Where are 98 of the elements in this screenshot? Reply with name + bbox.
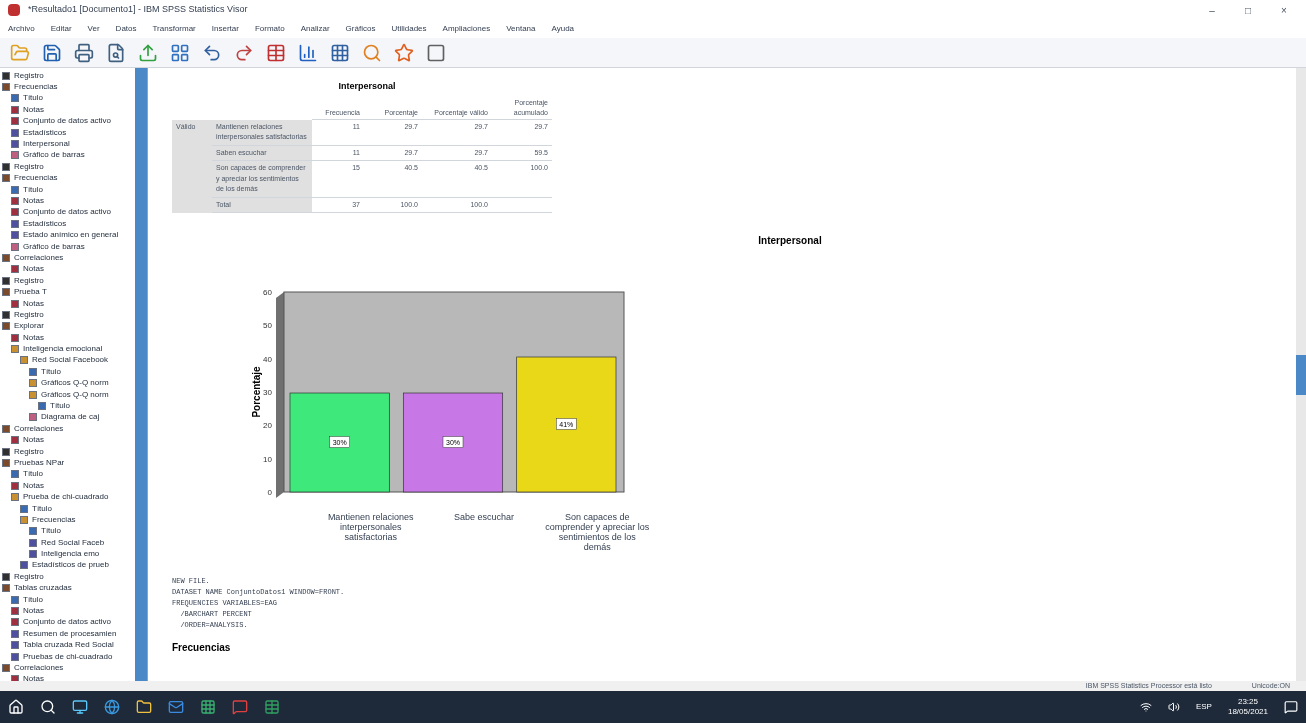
- y-axis-title: Porcentaje: [251, 366, 262, 418]
- outline-item[interactable]: Gráfico de barras: [23, 241, 85, 252]
- window-control-button[interactable]: –: [1198, 2, 1226, 18]
- outline-item[interactable]: Registro: [14, 161, 44, 172]
- outline-item[interactable]: Título: [41, 366, 61, 377]
- outline-item[interactable]: Registro: [14, 446, 44, 457]
- outline-item[interactable]: Tabla cruzada Red Social: [23, 640, 114, 651]
- outline-item[interactable]: Notas: [23, 196, 44, 206]
- y-tick-label: 20: [263, 421, 272, 431]
- outline-item[interactable]: Pruebas NPar: [14, 457, 65, 468]
- outline-item[interactable]: Interpersonal: [23, 139, 70, 150]
- outline-item[interactable]: Explorar: [14, 321, 44, 332]
- section-heading: Frecuencias: [172, 643, 232, 653]
- y-tick-label: 30: [263, 388, 272, 397]
- menu-item[interactable]: Transformar: [152, 23, 196, 35]
- outline-item[interactable]: Correlaciones: [14, 252, 64, 263]
- outline-item[interactable]: Estadísticos: [23, 127, 67, 138]
- scrollbar[interactable]: [135, 68, 147, 681]
- y-tick-label: 50: [263, 321, 272, 331]
- outline-item[interactable]: Red Social Faceb: [41, 537, 105, 548]
- outline-item[interactable]: Registro: [14, 309, 44, 320]
- outline-item[interactable]: Notas: [23, 298, 44, 309]
- outline-item[interactable]: Diagrama de caj: [41, 412, 100, 423]
- menu-item[interactable]: Datos: [115, 23, 137, 35]
- menu-item[interactable]: Ampliaciones: [442, 23, 491, 35]
- y-tick-label: 10: [263, 454, 272, 464]
- table-title: Interpersonal: [338, 80, 396, 93]
- outline-item[interactable]: Estadísticos de prueb: [32, 560, 109, 571]
- outline-item[interactable]: Red Social Facebook: [32, 355, 109, 366]
- outline-item[interactable]: Inteligencia emo: [41, 549, 100, 560]
- outline-item[interactable]: Registro: [14, 571, 44, 582]
- notification-icon: [1284, 700, 1298, 714]
- menu-item[interactable]: Ventana: [506, 23, 536, 35]
- taskbar-app-icon[interactable]: [72, 699, 88, 715]
- outline-item[interactable]: Título: [41, 526, 61, 537]
- menu-item[interactable]: Editar: [50, 23, 72, 35]
- outline-item[interactable]: Frecuencias: [32, 514, 76, 525]
- volume-icon: [1167, 701, 1180, 713]
- y-tick-label: 60: [263, 288, 272, 297]
- outline-item[interactable]: Inteligencia emocional: [23, 344, 103, 355]
- outline-item[interactable]: Notas: [23, 435, 44, 446]
- outline-item[interactable]: Título: [23, 93, 43, 104]
- menu-item[interactable]: Ver: [87, 23, 100, 35]
- wifi-icon: [1139, 701, 1152, 713]
- outline-item[interactable]: Registro: [14, 275, 44, 286]
- menu-item[interactable]: Utilidades: [391, 23, 427, 35]
- outline-item[interactable]: Notas: [23, 480, 44, 491]
- taskbar-app-icon[interactable]: [136, 699, 152, 715]
- y-tick-label: 0: [267, 488, 272, 497]
- menu-item[interactable]: Insertar: [211, 23, 239, 35]
- y-tick-label: 40: [263, 354, 272, 364]
- outline-item[interactable]: Notas: [23, 674, 44, 681]
- clock-date: 18/05/2021: [1227, 707, 1268, 717]
- window-control-button[interactable]: □: [1234, 2, 1262, 18]
- menu-item[interactable]: Analizar: [300, 23, 330, 35]
- outline-item[interactable]: Título: [32, 503, 52, 514]
- clock-time: 23:25: [1237, 697, 1258, 707]
- outline-item[interactable]: Conjunto de datos activo: [23, 207, 112, 218]
- outline-item[interactable]: Título: [23, 184, 43, 195]
- outline-item[interactable]: Pruebas de chi-cuadrado: [23, 651, 113, 662]
- outline-item[interactable]: Estadísticos: [23, 218, 67, 229]
- scrollbar[interactable]: [1296, 68, 1306, 681]
- outline-item[interactable]: Gráficos Q-Q norm: [41, 378, 109, 389]
- outline-item[interactable]: Título: [23, 594, 43, 605]
- chart-title: Interpersonal: [758, 234, 822, 248]
- outline-item[interactable]: Título: [23, 469, 43, 480]
- outline-item[interactable]: Gráficos Q-Q norm: [41, 389, 109, 400]
- taskbar-app-icon[interactable]: [40, 699, 56, 715]
- x-category-label: Mantienen relaciones interpersonales satisfactorias: [326, 512, 415, 544]
- x-category-label: Son capaces de comprender y apreciar los sentimientos de los demás: [544, 512, 650, 552]
- outline-item[interactable]: Estado anímico en general: [23, 230, 119, 241]
- window-control-button[interactable]: ×: [1270, 2, 1298, 18]
- outline-item[interactable]: Prueba T: [14, 287, 47, 298]
- language-indicator[interactable]: ESP: [1195, 701, 1212, 713]
- outline-item[interactable]: Registro: [14, 70, 44, 81]
- outline-item[interactable]: Notas: [23, 332, 44, 343]
- start-button[interactable]: [8, 699, 24, 715]
- outline-item[interactable]: Frecuencias: [14, 173, 58, 184]
- outline-item[interactable]: Tablas cruzadas: [14, 583, 72, 594]
- outline-item[interactable]: Conjunto de datos activo: [23, 617, 112, 628]
- menu-item[interactable]: Ayuda: [551, 23, 575, 35]
- window-title: *Resultado1 [Documento1] - IBM SPSS Statistics Visor: [28, 3, 248, 17]
- x-category-label: Sabe escuchar: [453, 512, 514, 524]
- menu-item[interactable]: Gráficos: [345, 23, 376, 35]
- outline-item[interactable]: Correlaciones: [14, 423, 64, 434]
- outline-item[interactable]: Notas: [23, 264, 44, 275]
- outline-item[interactable]: Frecuencias: [14, 82, 58, 93]
- outline-item[interactable]: Resumen de procesamien: [23, 628, 117, 639]
- outline-item[interactable]: Notas: [23, 104, 44, 115]
- outline-item[interactable]: Gráfico de barras: [23, 150, 85, 161]
- menu-item[interactable]: Archivo: [8, 23, 35, 35]
- outline-item[interactable]: Título: [50, 401, 70, 411]
- app-icon: [8, 4, 20, 16]
- menu-item[interactable]: Formato: [254, 23, 285, 35]
- outline-item[interactable]: Prueba de chi-cuadrado: [23, 492, 109, 503]
- outline-item[interactable]: Conjunto de datos activo: [23, 116, 112, 127]
- outline-item[interactable]: Correlaciones: [14, 663, 64, 673]
- outline-item[interactable]: Notas: [23, 606, 44, 617]
